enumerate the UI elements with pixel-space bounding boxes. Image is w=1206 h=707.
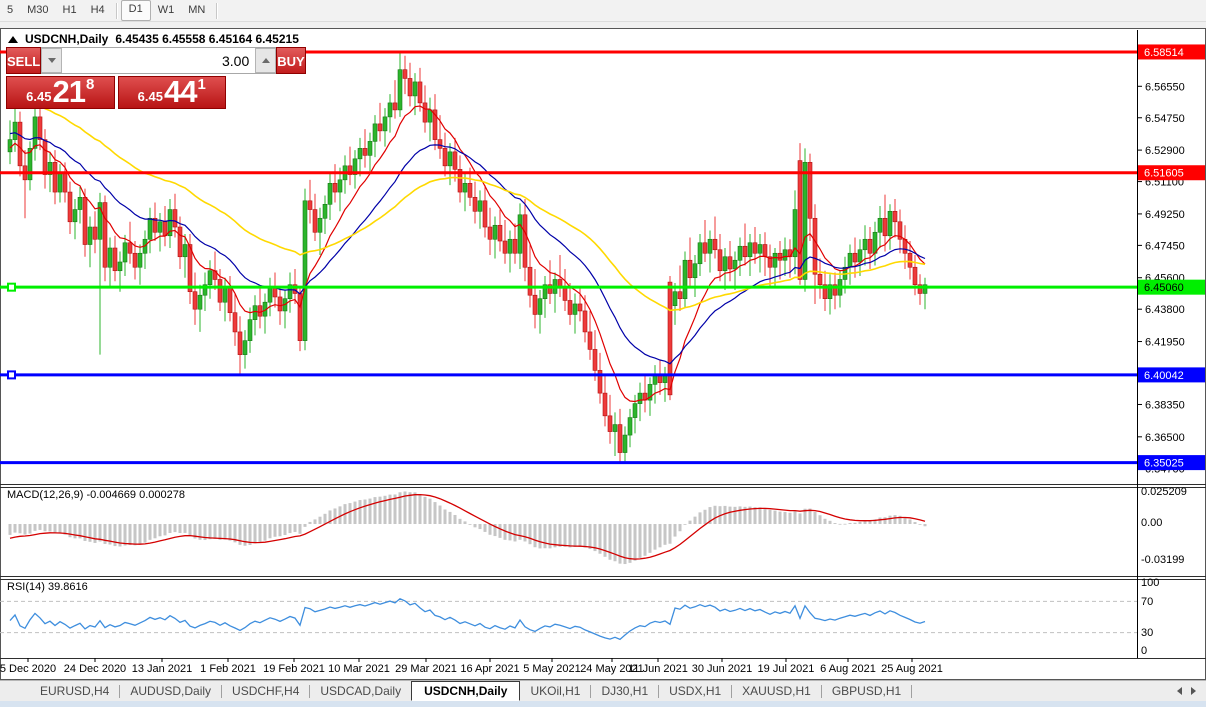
volume-input[interactable] [62,48,255,73]
tab-xauusd-h1[interactable]: XAUUSD,H1 [732,683,821,699]
timeframe-button-m5[interactable]: 5 [0,1,20,20]
timeframe-button-h1[interactable]: H1 [56,1,84,20]
rsi-axis-70: 70 [1141,596,1153,608]
chevron-down-icon [48,58,56,63]
volume-decrease-button[interactable] [41,48,62,73]
timeframe-button-m30[interactable]: M30 [20,1,55,20]
volume-stepper [41,47,276,74]
status-strip [0,701,1206,707]
one-click-trading-panel: SELL BUY 6.45 21 8 6.45 44 1 [6,47,226,109]
tab-separator [911,685,912,698]
volume-increase-button[interactable] [255,48,276,73]
tab-usdx-h1[interactable]: USDX,H1 [659,683,731,699]
toolbar-separator [216,3,217,19]
buy-price-big: 44 [164,77,196,107]
macd-axis-min: -0.03199 [1141,554,1184,566]
chevron-up-icon [262,58,270,63]
tab-ukoil-h1[interactable]: UKOil,H1 [520,683,590,699]
buy-price-panel[interactable]: 6.45 44 1 [118,76,227,109]
chart-title-row: USDCNH,Daily 6.45435 6.45558 6.45164 6.4… [8,32,299,46]
chart-symbol-label: USDCNH,Daily [25,32,108,46]
sell-button[interactable]: SELL [6,47,41,74]
sell-price-big: 21 [52,77,84,107]
tab-gbpusd-h1[interactable]: GBPUSD,H1 [822,683,911,699]
chart-tab-bar: EURUSD,H4 AUDUSD,Daily USDCHF,H4 USDCAD,… [0,680,1206,701]
tab-usdcnh-daily[interactable]: USDCNH,Daily [411,681,520,701]
timeframe-button-w1[interactable]: W1 [151,1,182,20]
tab-eurusd-h4[interactable]: EURUSD,H4 [30,683,119,699]
rsi-axis-0: 0 [1141,645,1147,657]
sell-price-sup: 8 [86,76,94,93]
buy-price-prefix: 6.45 [138,89,163,104]
toolbar-separator [116,3,117,19]
tab-usdchf-h4[interactable]: USDCHF,H4 [222,683,309,699]
macd-axis-max: 0.025209 [1141,486,1187,498]
rsi-axis-30: 30 [1141,627,1153,639]
sell-price-panel[interactable]: 6.45 21 8 [6,76,115,109]
trading-terminal: 5 M30 H1 H4 D1 W1 MN 6.565506.547506.529… [0,0,1206,707]
macd-label: MACD(12,26,9) -0.004669 0.000278 [7,489,185,501]
chart-window [0,28,1206,680]
macd-axis-zero: 0.00 [1141,517,1162,529]
tab-dj30-h1[interactable]: DJ30,H1 [591,683,658,699]
buy-price-sup: 1 [197,76,205,93]
sell-price-prefix: 6.45 [26,89,51,104]
timeframe-toolbar: 5 M30 H1 H4 D1 W1 MN [0,0,1206,22]
rsi-label: RSI(14) 39.8616 [7,581,88,593]
tabs-scroll-right-icon[interactable] [1191,687,1196,695]
tab-audusd-daily[interactable]: AUDUSD,Daily [120,683,221,699]
chart-ohlc-values: 6.45435 6.45558 6.45164 6.45215 [115,32,299,46]
buy-button[interactable]: BUY [276,47,305,74]
timeframe-button-mn[interactable]: MN [181,1,212,20]
timeframe-button-d1[interactable]: D1 [121,0,151,21]
collapse-arrow-icon[interactable] [8,36,18,43]
timeframe-button-h4[interactable]: H4 [84,1,112,20]
tab-usdcad-daily[interactable]: USDCAD,Daily [310,683,411,699]
rsi-axis-100: 100 [1141,577,1159,589]
tabs-scroll-left-icon[interactable] [1177,687,1182,695]
